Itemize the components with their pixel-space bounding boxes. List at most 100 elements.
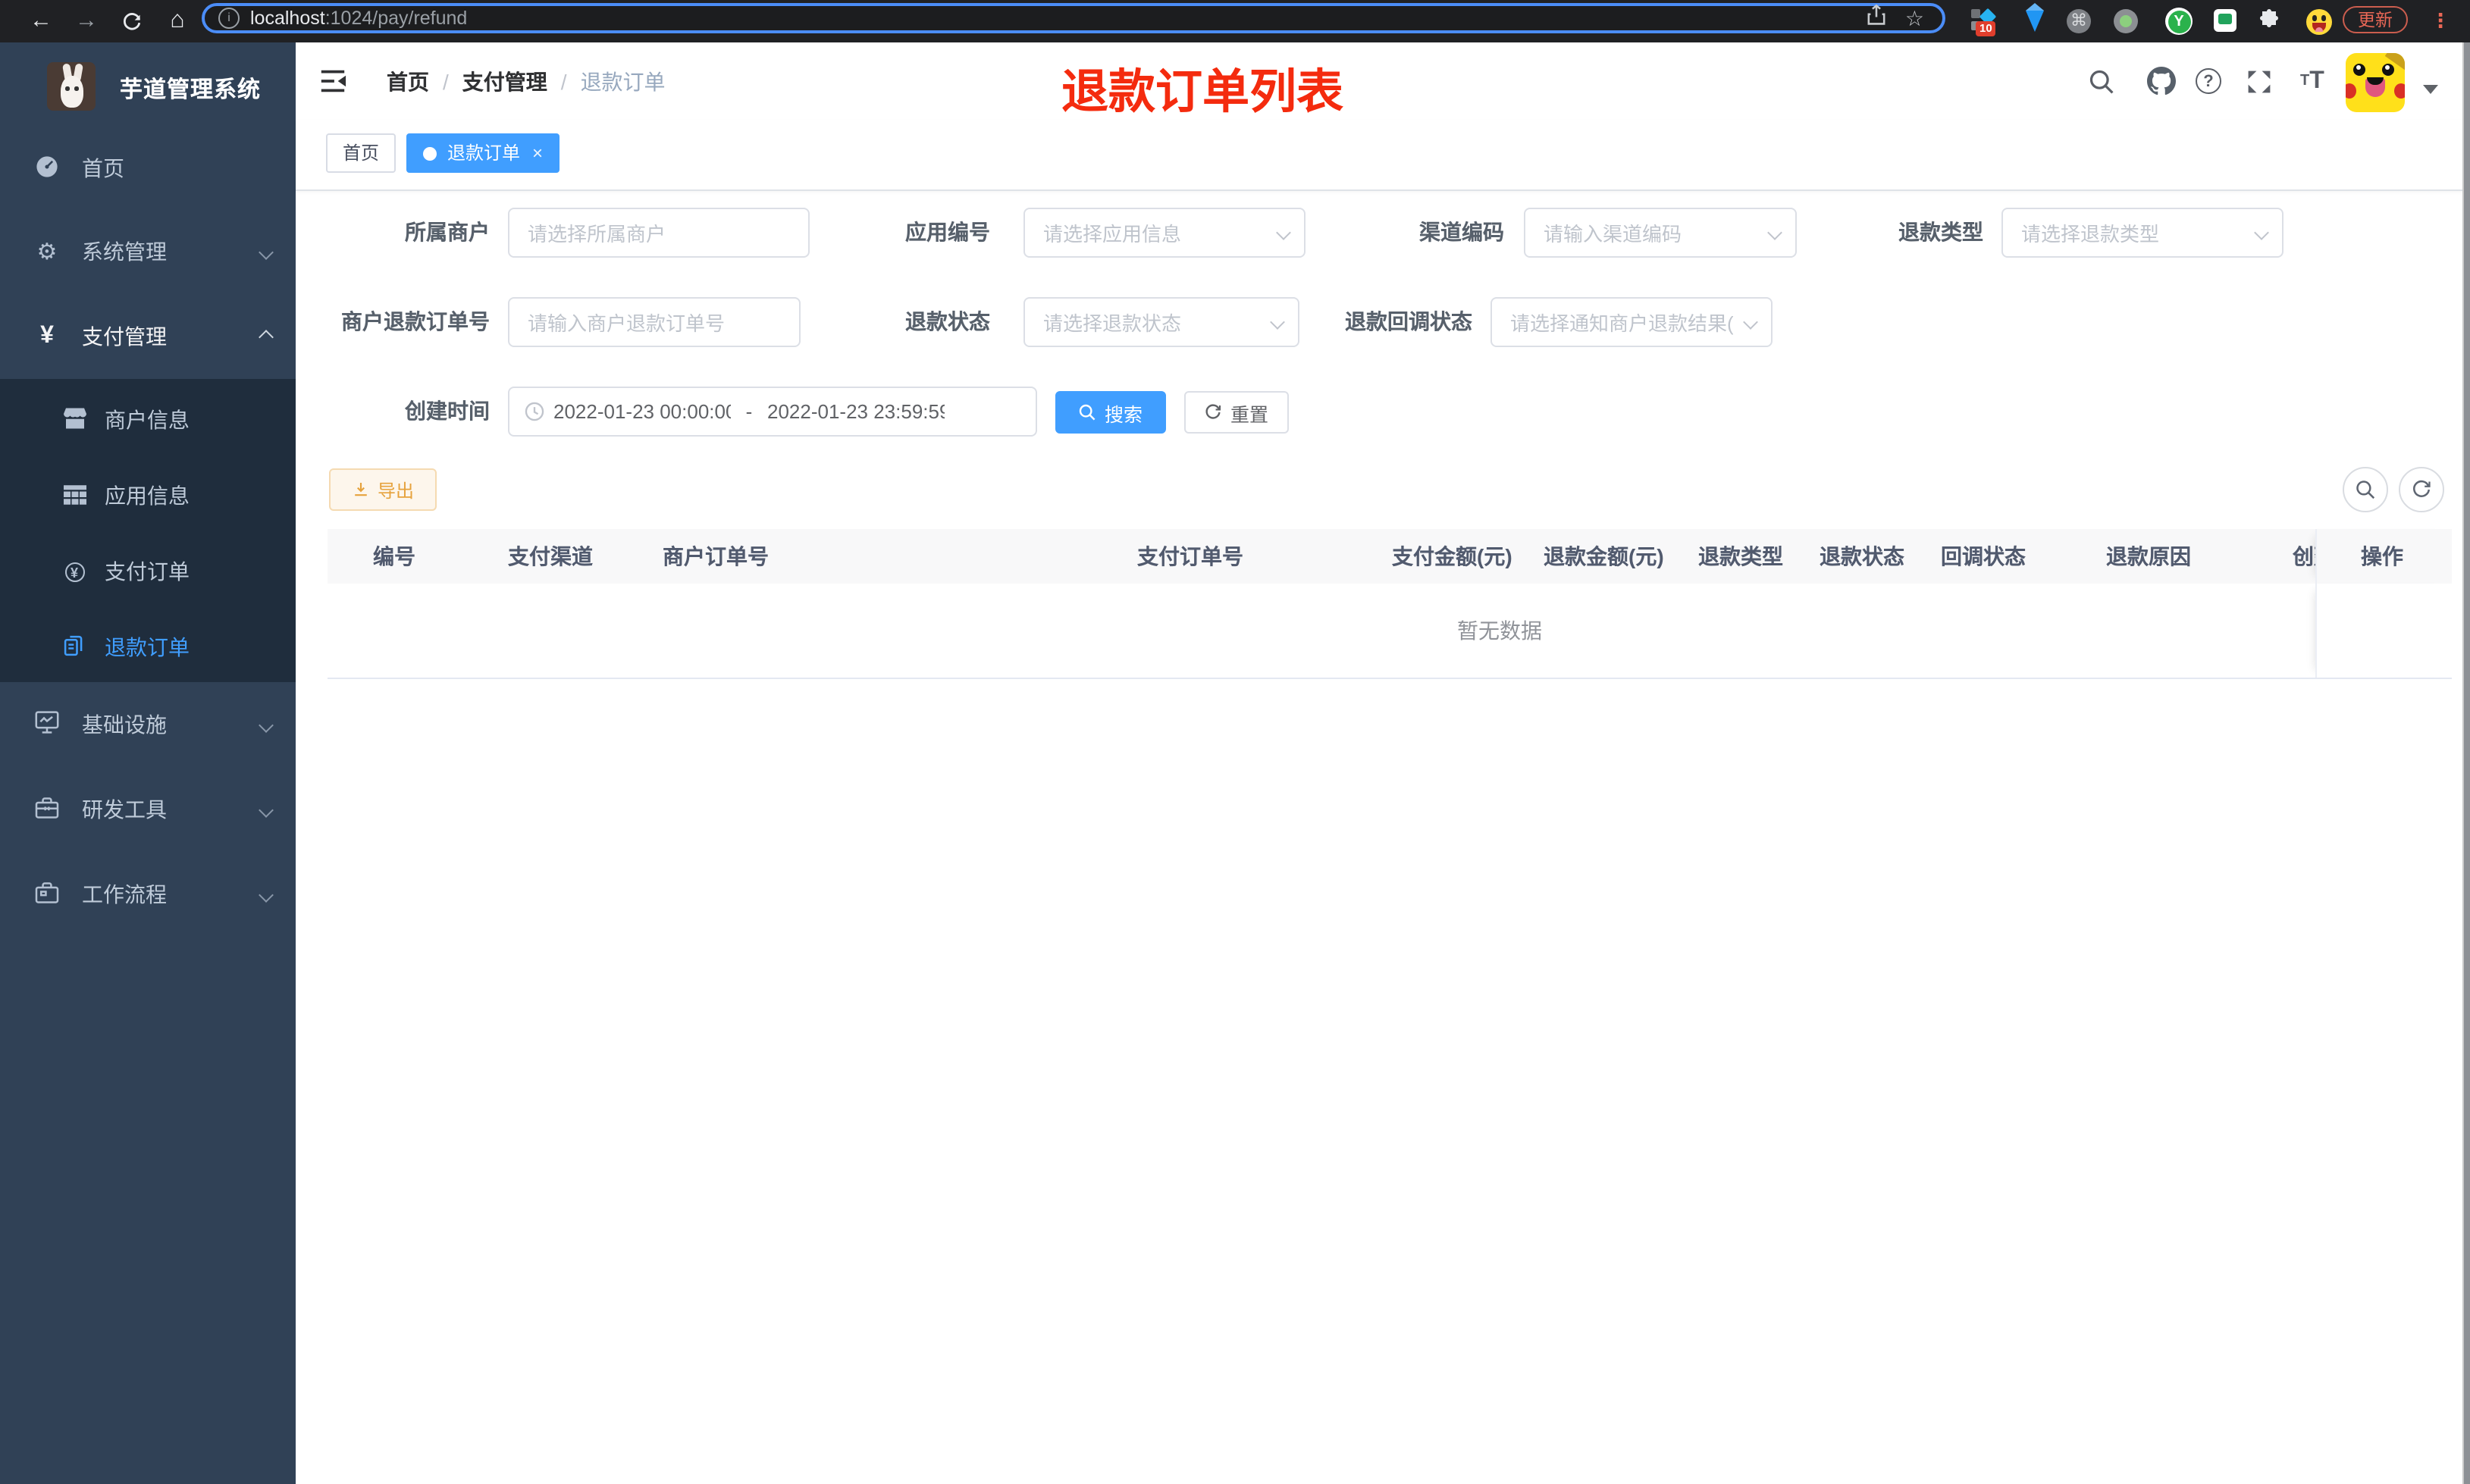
yen-circle-icon: ¥	[61, 561, 88, 582]
extensions-puzzle-icon[interactable]	[2258, 9, 2280, 39]
help-icon[interactable]: ?	[2196, 42, 2221, 120]
window-edge-scrollbar[interactable]	[2462, 42, 2470, 1484]
create-time-label: 创建时间	[405, 399, 490, 423]
table-grid-icon	[61, 484, 88, 507]
merchant-label: 所属商户	[405, 220, 490, 244]
extension-command-icon[interactable]: ⌘	[2067, 9, 2091, 33]
merchant-refund-no-input[interactable]: 请输入商户退款订单号	[508, 297, 801, 347]
table-empty-row: 暂无数据	[328, 584, 2452, 679]
browser-forward-icon[interactable]: →	[67, 0, 106, 42]
refund-status-select[interactable]: 请选择退款状态	[1023, 297, 1299, 347]
extension-grid-icon[interactable]: 10	[1971, 8, 1997, 36]
start-date-value: 2022-01-23 00:00:00	[553, 400, 731, 423]
tab-home[interactable]: 首页	[326, 133, 397, 173]
export-button[interactable]: 导出	[329, 468, 437, 511]
empty-text: 暂无数据	[1457, 618, 1542, 643]
dashboard-icon	[30, 154, 64, 183]
github-icon[interactable]	[2147, 42, 2176, 120]
refund-status-label: 退款状态	[905, 309, 990, 333]
sidebar-item-pay[interactable]: ¥ 支付管理	[0, 294, 296, 379]
fullscreen-icon[interactable]	[2246, 42, 2273, 120]
chevron-down-icon	[1276, 225, 1291, 240]
storefront-icon	[61, 408, 88, 432]
sidebar-item-home[interactable]: 首页	[0, 126, 296, 211]
browser-menu-icon[interactable]: ⋮	[2431, 8, 2450, 33]
chevron-down-icon	[2254, 225, 2269, 240]
top-navbar: 首页 / 支付管理 / 退款订单 退款订单列表 ? TT	[296, 42, 2470, 121]
browser-update-button[interactable]: 更新	[2343, 6, 2408, 33]
url-bar[interactable]: i localhost:1024/pay/refund ☆	[202, 3, 1945, 33]
sidebar-item-devtools[interactable]: 研发工具	[0, 767, 296, 852]
main-area: 首页 / 支付管理 / 退款订单 退款订单列表 ? TT 首页 退款订单 × 所…	[296, 42, 2470, 1484]
reset-button[interactable]: 重置	[1184, 391, 1289, 434]
extension-chat-icon[interactable]	[2214, 9, 2236, 32]
chevron-down-icon	[259, 802, 274, 817]
sidebar-item-refund-order[interactable]: 退款订单	[0, 609, 296, 685]
browser-chrome: ← → ⌂ i localhost:1024/pay/refund ☆ 10 ⌘…	[0, 0, 2470, 42]
col-id: 编号	[373, 544, 415, 568]
col-refund-reason: 退款原因	[2106, 544, 2191, 568]
sidebar-item-workflow[interactable]: 工作流程	[0, 852, 296, 937]
app-logo[interactable]	[47, 62, 96, 111]
sidebar-fold-icon[interactable]	[318, 67, 347, 103]
col-refund-status: 退款状态	[1820, 544, 1904, 568]
font-size-icon[interactable]: TT	[2300, 42, 2324, 120]
profile-emoji-icon[interactable]	[2306, 9, 2332, 35]
refresh-table-button[interactable]	[2399, 467, 2444, 512]
yen-icon: ¥	[40, 323, 54, 349]
extension-y-icon[interactable]: Y	[2165, 8, 2193, 35]
browser-reload-icon[interactable]	[112, 0, 152, 42]
screen: ← → ⌂ i localhost:1024/pay/refund ☆ 10 ⌘…	[0, 0, 2470, 1484]
header-search-icon[interactable]	[2088, 42, 2115, 120]
browser-back-icon[interactable]: ←	[21, 0, 61, 42]
tab-close-icon[interactable]: ×	[532, 133, 543, 173]
sidebar-item-pay-order[interactable]: ¥ 支付订单	[0, 534, 296, 609]
end-date-value: 2022-01-23 23:59:59	[767, 400, 945, 423]
channel-select[interactable]: 请输入渠道编码	[1524, 208, 1797, 258]
bookmark-star-icon[interactable]: ☆	[1905, 6, 1924, 30]
chevron-down-icon	[1767, 225, 1782, 240]
toolbox-icon	[30, 797, 64, 822]
pay-submenu: 商户信息 应用信息 ¥ 支付订单 退款订单	[0, 379, 296, 682]
search-button[interactable]: 搜索	[1055, 391, 1166, 434]
col-merchant-order-no: 商户订单号	[663, 544, 769, 568]
create-time-range-picker[interactable]: 2022-01-23 00:00:00 - 2022-01-23 23:59:5…	[508, 387, 1037, 437]
share-icon[interactable]	[1867, 3, 1887, 33]
browser-home-icon[interactable]: ⌂	[158, 0, 197, 42]
monitor-chart-icon	[30, 711, 64, 738]
sidebar-item-app-info[interactable]: 应用信息	[0, 458, 296, 534]
merchant-refund-no-label: 商户退款订单号	[341, 309, 490, 333]
page-info-icon[interactable]: i	[218, 8, 240, 29]
user-avatar[interactable]	[2346, 53, 2405, 112]
fixed-column-header: 操作	[2315, 529, 2452, 584]
sidebar: 芋道管理系统 首页 ⚙ 系统管理 ¥ 支付管理 商户信息 应用信息 ¥ 支付订单…	[0, 42, 296, 1484]
avatar-caret-down-icon[interactable]	[2423, 85, 2438, 94]
refund-type-select[interactable]: 请选择退款类型	[2001, 208, 2283, 258]
merchant-select[interactable]: 请选择所属商户	[508, 208, 810, 258]
chevron-up-icon	[259, 329, 274, 344]
col-callback-status: 回调状态	[1941, 544, 2026, 568]
notify-status-select[interactable]: 请选择通知商户退款结果(	[1490, 297, 1773, 347]
sidebar-item-merchant-info[interactable]: 商户信息	[0, 382, 296, 458]
breadcrumb-pay[interactable]: 支付管理	[462, 66, 547, 96]
sidebar-item-infra[interactable]: 基础设施	[0, 682, 296, 767]
url-text[interactable]: localhost:1024/pay/refund	[250, 8, 467, 29]
tab-refund-order[interactable]: 退款订单 ×	[406, 133, 560, 173]
app-select[interactable]: 请选择应用信息	[1023, 208, 1306, 258]
extension-dot-icon[interactable]	[2114, 9, 2138, 33]
col-refund-type: 退款类型	[1698, 544, 1783, 568]
active-tab-dot	[423, 146, 437, 160]
refund-type-label: 退款类型	[1898, 220, 1983, 244]
briefcase-icon	[30, 881, 64, 907]
extension-kite-icon[interactable]	[2026, 3, 2044, 32]
breadcrumb-home[interactable]: 首页	[387, 66, 429, 96]
breadcrumb-current: 退款订单	[580, 69, 666, 93]
clock-icon	[525, 402, 544, 421]
app-label: 应用编号	[905, 220, 990, 244]
col-actions: 操作	[2361, 544, 2403, 568]
document-copy-icon	[61, 635, 88, 659]
sidebar-item-system[interactable]: ⚙ 系统管理	[0, 209, 296, 294]
col-pay-order-no: 支付订单号	[1137, 544, 1243, 568]
page-annotation-title: 退款订单列表	[1061, 65, 1343, 118]
toggle-search-button[interactable]	[2343, 467, 2388, 512]
